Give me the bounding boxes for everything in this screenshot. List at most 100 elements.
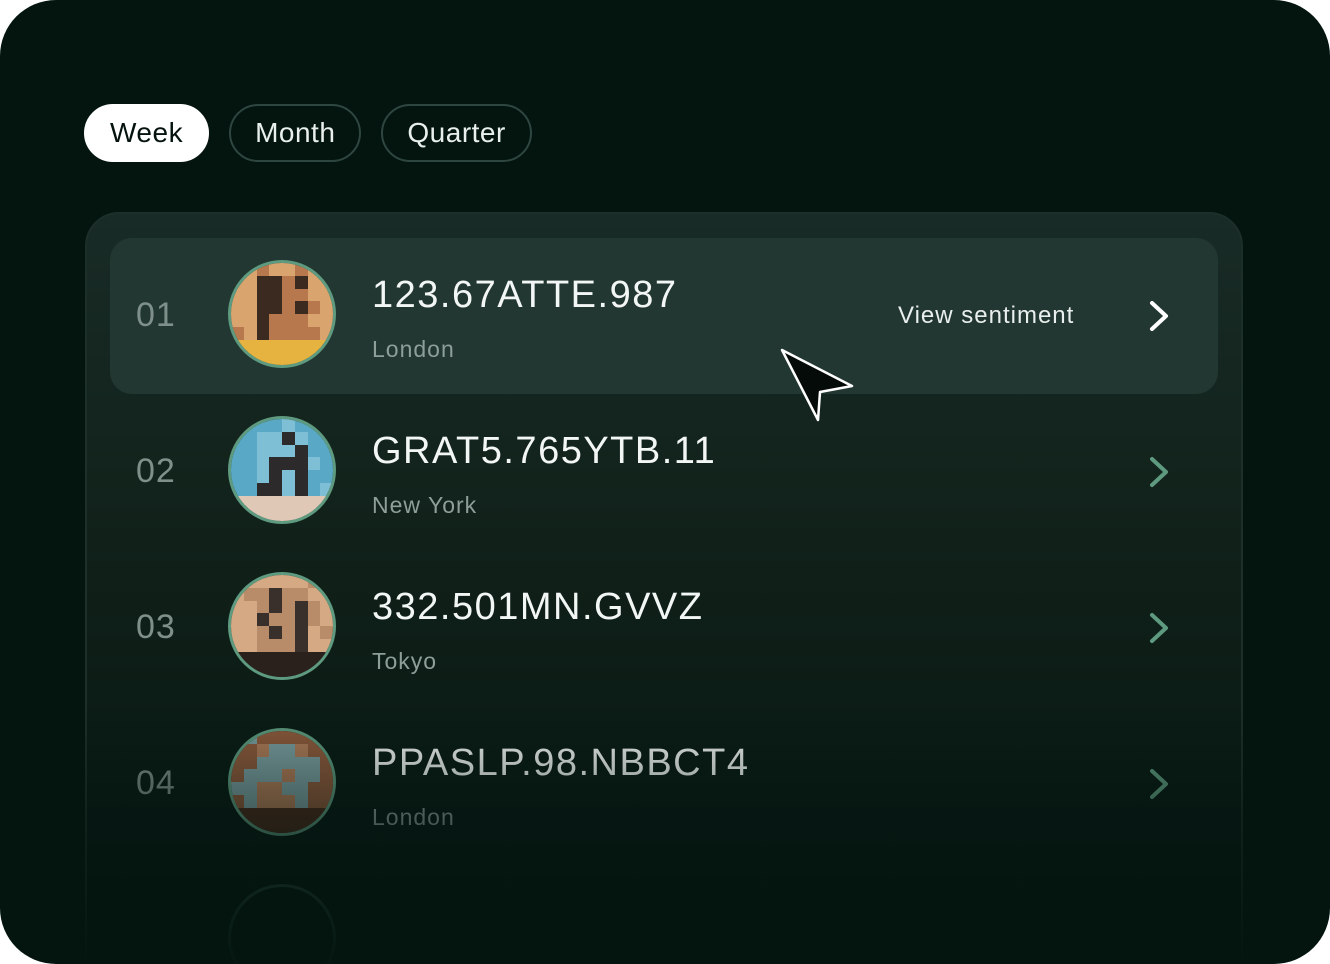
avatar-pixel [282,508,296,521]
avatar-pixel [231,339,245,354]
avatar-pixel [231,457,245,471]
chevron-right-icon[interactable] [1144,766,1174,802]
chevron-right-icon[interactable] [1144,610,1174,646]
avatar-pixel [269,301,283,315]
avatar-pixel [231,431,245,446]
tab-week[interactable]: Week [84,104,210,162]
avatar [228,728,336,836]
avatar-pixel [256,756,271,771]
avatar-pixel [282,288,296,303]
avatar-pixel [307,508,322,521]
avatar-pixel [269,419,283,433]
avatar-pixel [269,743,283,758]
avatar-pixel [231,419,245,433]
avatar-pixel [294,508,309,521]
avatar-pixel [320,756,333,771]
rank-number: 03 [136,608,176,646]
avatar-pixel [231,508,245,521]
tab-quarter[interactable]: Quarter [381,104,532,162]
avatar-pixel [320,508,333,521]
avatar-pixel [320,613,333,627]
item-code: PPASLP.98.NBBCT4 [372,742,750,784]
avatar-pixel [307,470,322,484]
avatar-pixel [320,419,333,433]
avatar-pixel [231,664,245,677]
avatar-pixel [231,756,245,771]
avatar-pixel [243,263,258,277]
avatar-pixel [294,626,309,640]
avatar-pixel [243,587,258,602]
avatar-pixel [294,444,309,459]
avatar-pixel [256,820,271,833]
tab-month[interactable]: Month [229,104,362,162]
avatar-pixel [231,444,245,459]
avatar-pixel [307,769,322,783]
avatar-pixel [231,301,245,315]
avatar-pixel [307,820,322,833]
list-item[interactable]: 02 GRAT5.765YTB.11 New York [110,394,1218,550]
avatar-pixel [256,482,271,497]
app-frame: Week Month Quarter 01 123.67ATTE.987 Lon… [0,0,1330,964]
chevron-right-icon[interactable] [1144,298,1174,334]
avatar-pixel [282,756,296,771]
avatar-pixel [294,820,309,833]
mouse-pointer-icon [780,348,854,422]
avatar-pixel [269,756,283,771]
avatar-pixel [243,613,258,627]
avatar-pixel [282,339,296,354]
avatar-pixel [256,651,271,666]
avatar-pixel [320,587,333,602]
avatar-pixel [256,587,271,602]
avatar-pixel [243,444,258,459]
avatar-pixel [243,326,258,341]
avatar-pixel [282,600,296,615]
avatar-pixel [320,263,333,277]
avatar-pixel [243,743,258,758]
avatar-pixel [269,782,283,796]
avatar-pixel [294,731,309,745]
avatar-pixel [243,419,258,433]
avatar-pixel [320,326,333,341]
avatar-pixel [307,301,322,315]
avatar-pixel [307,314,322,328]
avatar-pixel [243,600,258,615]
avatar-pixel [307,807,322,822]
avatar [228,416,336,524]
avatar-pixel [231,326,245,341]
avatar-pixel [320,301,333,315]
avatar-pixel [256,301,271,315]
chevron-right-icon[interactable] [1144,454,1174,490]
avatar-pixel [256,638,271,653]
avatar-pixel [282,352,296,365]
avatar-pixel [243,314,258,328]
avatar-pixel [282,626,296,640]
list-item[interactable]: 03 332.501MN.GVVZ Tokyo [110,550,1218,706]
avatar-pixel [307,626,322,640]
avatar-pixel [282,651,296,666]
avatar-pixel [294,288,309,303]
avatar-pixel [269,339,283,354]
avatar-pixel [294,600,309,615]
avatar-pixel [269,326,283,341]
avatar-pixel [320,782,333,796]
avatar-pixel [256,782,271,796]
avatar-pixel [320,482,333,497]
view-sentiment-link[interactable]: View sentiment [898,302,1074,330]
item-city: Tokyo [372,648,438,674]
avatar-pixel [243,807,258,822]
avatar-pixel [307,756,322,771]
list-item[interactable]: 01 123.67ATTE.987 London View sentiment [110,238,1218,394]
list-item[interactable]: 04 PPASLP.98.NBBCT4 London [110,706,1218,862]
avatar-pixel [294,470,309,484]
avatar-pixel [282,794,296,809]
avatar-pixel [256,508,271,521]
avatar-pixel [307,482,322,497]
avatar-pixel [282,470,296,484]
avatar-pixel [282,431,296,446]
avatar-pixel [307,600,322,615]
avatar-pixel [320,431,333,446]
avatar-pixel [282,731,296,745]
avatar-pixel [243,482,258,497]
avatar-pixel [256,352,271,365]
avatar-pixel [294,482,309,497]
